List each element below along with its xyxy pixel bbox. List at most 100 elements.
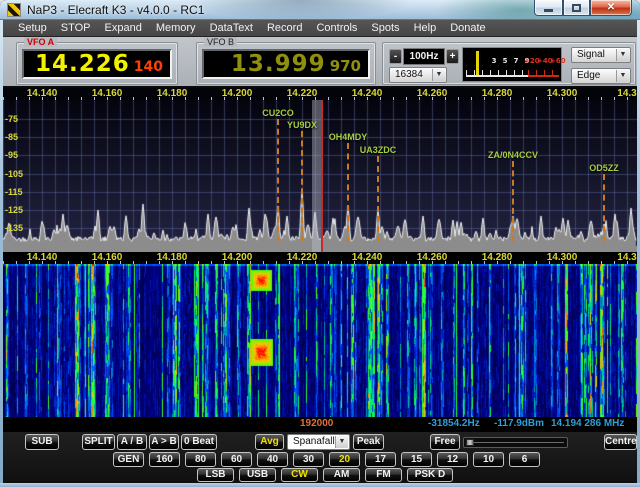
band-button-80[interactable]: 80 <box>185 452 216 467</box>
vfo-panel: VFO A 14.226 140 VFO B 13.999 970 - 100H… <box>0 37 640 88</box>
dx-spot-callsign[interactable]: YU9DX <box>260 120 344 130</box>
menu-item-donate[interactable]: Donate <box>450 22 485 34</box>
mode-button-psk-d[interactable]: PSK D <box>407 468 453 482</box>
frequency-tick-label: 14.260 <box>416 252 448 263</box>
avg-button[interactable]: Avg <box>255 434 284 450</box>
edge-select[interactable]: Edge ▼ <box>571 68 631 84</box>
vfo-b-group: VFO B 13.999 970 <box>196 37 376 85</box>
band-button-30[interactable]: 30 <box>293 452 324 467</box>
menu-item-setup[interactable]: Setup <box>18 22 47 34</box>
frequency-tick-label: 14.240 <box>351 88 383 99</box>
vfo-b-frequency: 13.999 <box>230 51 326 77</box>
mode-button-am[interactable]: AM <box>323 468 360 482</box>
frequency-tick-label: 14.220 <box>286 88 318 99</box>
dx-spot-callsign[interactable]: CU2CO <box>236 108 320 118</box>
s-meter: 3 5 7 9 +20 +40 +60 <box>462 47 566 82</box>
menu-item-help[interactable]: Help <box>414 22 437 34</box>
waterfall-display[interactable] <box>3 264 637 417</box>
close-button[interactable]: ✕ <box>590 0 632 16</box>
chevron-down-icon: ▼ <box>335 436 348 448</box>
frequency-tick-label: 14.140 <box>26 88 58 99</box>
menu-bar: Setup STOP Expand Memory DataText Record Contr… <box>0 20 640 37</box>
fft-size-select[interactable]: 16384 ▼ <box>389 67 447 83</box>
band-button-160[interactable]: 160 <box>149 452 180 467</box>
centre-button[interactable]: Centre <box>604 434 637 450</box>
window-border-left <box>0 20 3 483</box>
band-button-20[interactable]: 20 <box>329 452 360 467</box>
vfo-b-display[interactable]: 13.999 970 <box>202 49 370 79</box>
display-mode-select[interactable]: Spanafall ▼ <box>287 434 350 450</box>
band-button-12[interactable]: 12 <box>437 452 468 467</box>
span-slider-thumb[interactable] <box>466 439 474 446</box>
dx-spot-callsign[interactable]: UA3ZDC <box>336 145 420 155</box>
frequency-tick-label: 14.280 <box>481 252 513 263</box>
a-to-b-button[interactable]: A > B <box>149 434 179 450</box>
a-b-swap-button[interactable]: A / B <box>117 434 147 450</box>
spectrum-frequency-scale: 14.140 14.160 14.180 14.200 14.220 14.240 14.2… <box>0 88 640 100</box>
fft-size-value: 16384 <box>395 69 423 80</box>
band-button-15[interactable]: 15 <box>401 452 432 467</box>
frequency-tick-label: 14.220 <box>286 252 318 263</box>
band-button-60[interactable]: 60 <box>221 452 252 467</box>
minimize-icon <box>544 8 553 12</box>
split-button[interactable]: SPLIT <box>82 434 115 450</box>
chevron-down-icon: ▼ <box>616 70 629 82</box>
maximize-button[interactable] <box>563 0 590 16</box>
menu-item-record[interactable]: Record <box>267 22 302 34</box>
vfo-b-label: VFO B <box>204 37 238 47</box>
display-settings-group: - 100Hz + 16384 ▼ 3 5 7 9 +20 +40 +60 Signal ▼… <box>382 42 636 85</box>
frequency-tick-label: 14.240 <box>351 252 383 263</box>
menu-item-expand[interactable]: Expand <box>105 22 142 34</box>
waterfall-frequency-scale: 14.140 14.160 14.180 14.200 14.220 14.240 14.2… <box>0 252 640 264</box>
menu-item-datatext[interactable]: DataText <box>210 22 253 34</box>
dx-spot-line <box>512 161 514 242</box>
app-window: NaP3 - Elecraft K3 - v4.0.0 - RC1 ✕ Setu… <box>0 0 640 487</box>
frequency-tick-label: 14.300 <box>546 252 578 263</box>
cursor-level-value: -117.9dBm <box>494 418 545 429</box>
peak-button[interactable]: Peak <box>353 434 384 450</box>
dx-spot-line <box>603 174 605 242</box>
signal-select-value: Signal <box>577 49 605 60</box>
dx-spot-line <box>377 156 379 242</box>
sub-button[interactable]: SUB <box>25 434 59 450</box>
minimize-button[interactable] <box>534 0 563 16</box>
vfo-b-frequency-fine: 970 <box>329 57 361 75</box>
span-slider[interactable] <box>463 437 568 448</box>
menu-item-stop[interactable]: STOP <box>61 22 91 34</box>
dx-spot-line <box>301 131 303 242</box>
step-down-button[interactable]: - <box>389 49 402 64</box>
mode-button-usb[interactable]: USB <box>239 468 276 482</box>
mode-button-lsb[interactable]: LSB <box>197 468 234 482</box>
signal-select[interactable]: Signal ▼ <box>571 47 631 63</box>
free-button[interactable]: Free <box>430 434 460 450</box>
s-meter-scale-red <box>528 75 559 77</box>
frequency-tick-label: 14.300 <box>546 88 578 99</box>
band-button-gen[interactable]: GEN <box>113 452 144 467</box>
band-button-6[interactable]: 6 <box>509 452 540 467</box>
band-button-40[interactable]: 40 <box>257 452 288 467</box>
vfo-a-display[interactable]: 14.226 140 <box>22 49 172 79</box>
vfo-a-label: VFO A <box>24 37 58 47</box>
dx-spot-callsign[interactable]: OH4MDY <box>306 132 390 142</box>
frequency-tick-label: 14.140 <box>26 252 58 263</box>
dx-spot-line <box>347 143 349 242</box>
db-tick-label: -135 <box>5 223 24 234</box>
mode-button-fm[interactable]: FM <box>365 468 402 482</box>
dx-spot-callsign[interactable]: OD5ZZ <box>562 163 640 173</box>
title-bar[interactable]: NaP3 - Elecraft K3 - v4.0.0 - RC1 ✕ <box>0 0 640 20</box>
chevron-down-icon: ▼ <box>616 49 629 61</box>
frequency-tick-label: 14.3 <box>617 252 637 263</box>
menu-item-memory[interactable]: Memory <box>156 22 196 34</box>
window-border-bottom <box>0 483 640 487</box>
step-up-button[interactable]: + <box>446 49 459 64</box>
dx-spot-callsign[interactable]: ZA/0N4CCV <box>471 150 555 160</box>
mode-button-cw[interactable]: CW <box>281 468 318 482</box>
s-meter-scale-white <box>466 75 528 77</box>
menu-item-controls[interactable]: Controls <box>316 22 357 34</box>
db-tick-label: -105 <box>5 168 24 179</box>
band-button-17[interactable]: 17 <box>365 452 396 467</box>
frequency-tick-label: 14.180 <box>156 252 188 263</box>
menu-item-spots[interactable]: Spots <box>371 22 399 34</box>
zero-beat-button[interactable]: 0 Beat <box>181 434 217 450</box>
band-button-10[interactable]: 10 <box>473 452 504 467</box>
